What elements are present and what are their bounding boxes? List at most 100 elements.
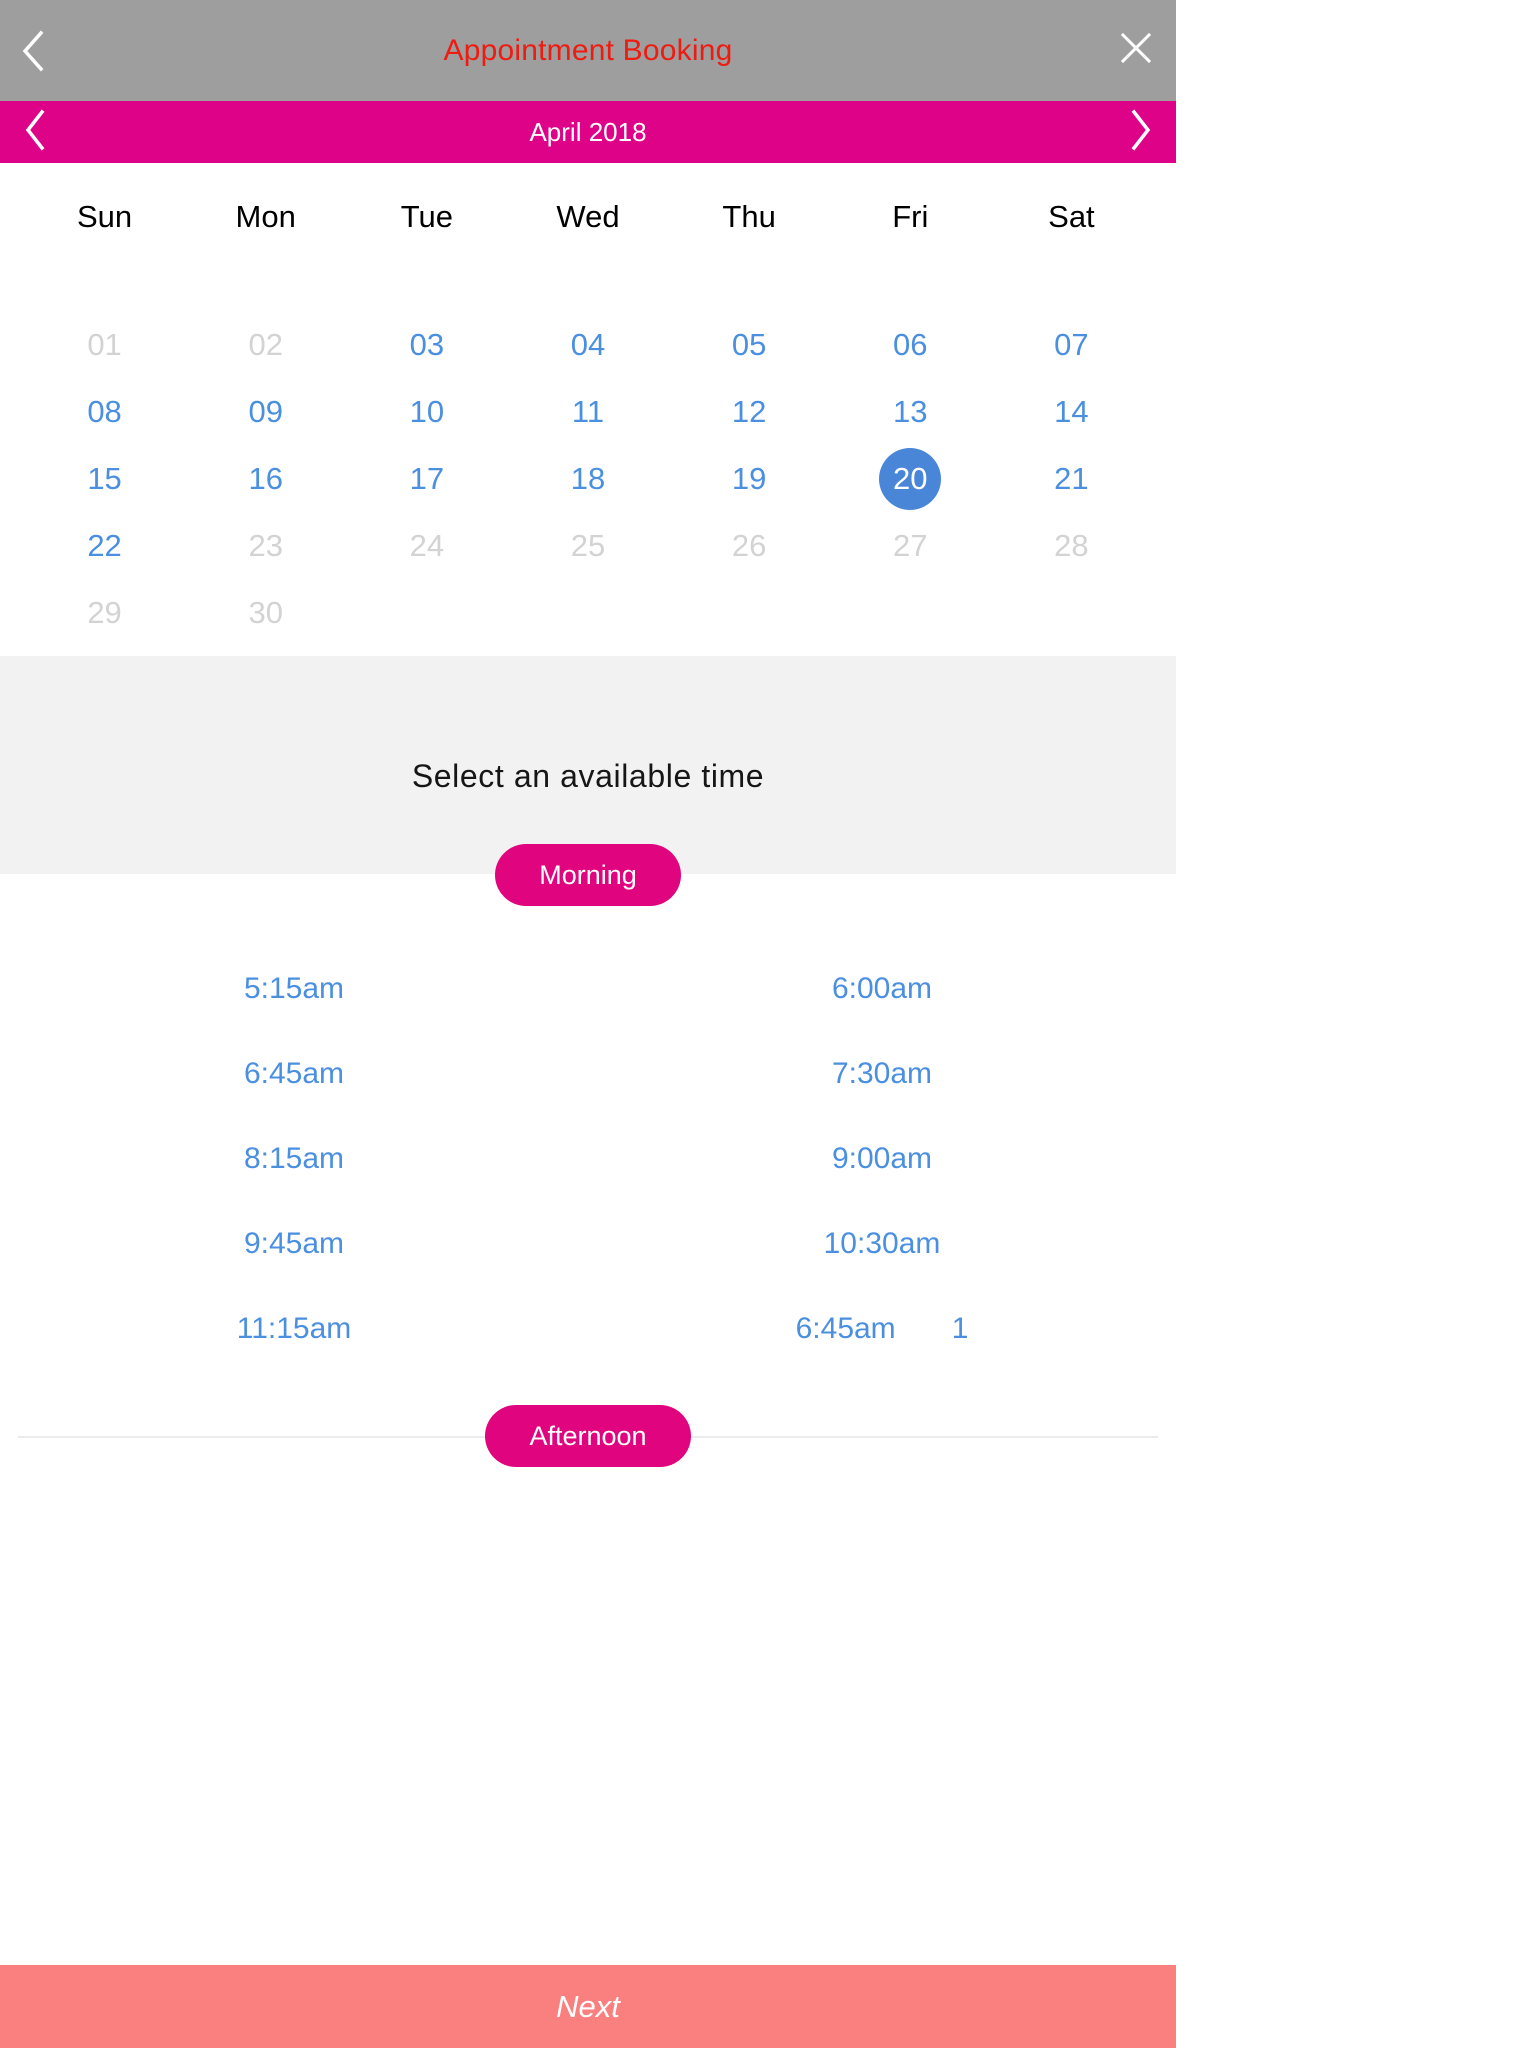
calendar-day-number[interactable]: 19 bbox=[718, 448, 780, 510]
page-title: Appointment Booking bbox=[443, 33, 733, 67]
morning-button[interactable]: Morning bbox=[495, 844, 681, 906]
calendar-day-grid: 01 02 03 04 05 06 07 08 09 10 11 12 13 14 15 16 17 18 19 20… bbox=[0, 311, 1176, 646]
calendar-day-number[interactable]: 03 bbox=[396, 314, 458, 376]
time-slot[interactable]: 7:30am bbox=[588, 1057, 1176, 1091]
calendar-day-number: 23 bbox=[248, 527, 283, 563]
calendar-day-cell[interactable]: 19 bbox=[669, 445, 830, 512]
afternoon-divider: Afternoon bbox=[0, 1401, 1176, 1471]
calendar: Sun Mon Tue Wed Thu Fri Sat 01 02 03 04 05 06 07 08 09… bbox=[0, 163, 1176, 656]
calendar-day-number: 27 bbox=[893, 527, 928, 563]
calendar-day-number[interactable]: 15 bbox=[74, 448, 136, 510]
calendar-day-cell: 25 bbox=[507, 512, 668, 579]
calendar-day-cell bbox=[991, 579, 1152, 646]
time-slot[interactable]: 6:00am bbox=[588, 972, 1176, 1006]
time-slot[interactable]: 9:00am bbox=[588, 1142, 1176, 1176]
calendar-day-cell[interactable]: 13 bbox=[830, 378, 991, 445]
time-slot-extra[interactable]: 1 bbox=[952, 1312, 969, 1346]
calendar-day-number[interactable]: 21 bbox=[1040, 448, 1102, 510]
calendar-day-number: 02 bbox=[248, 326, 283, 362]
calendar-day-number[interactable]: 18 bbox=[557, 448, 619, 510]
calendar-day-cell: 24 bbox=[346, 512, 507, 579]
calendar-day-cell: 28 bbox=[991, 512, 1152, 579]
calendar-day-number[interactable]: 11 bbox=[557, 381, 619, 443]
calendar-day-number[interactable]: 06 bbox=[879, 314, 941, 376]
calendar-day-cell[interactable]: 06 bbox=[830, 311, 991, 378]
calendar-day-number: 01 bbox=[87, 326, 122, 362]
weekday-label-thu: Thu bbox=[722, 199, 776, 234]
time-slot-row: 5:15am 6:00am bbox=[0, 946, 1176, 1031]
weekday-header-row: Sun Mon Tue Wed Thu Fri Sat bbox=[0, 185, 1176, 249]
calendar-day-cell bbox=[346, 579, 507, 646]
calendar-day-cell bbox=[507, 579, 668, 646]
next-month-button[interactable] bbox=[1114, 105, 1168, 159]
calendar-day-number[interactable]: 13 bbox=[879, 381, 941, 443]
weekday-label-sun: Sun bbox=[76, 199, 133, 234]
close-button[interactable] bbox=[1114, 29, 1158, 73]
time-slot[interactable]: 11:15am bbox=[0, 1312, 588, 1346]
calendar-day-number[interactable]: 10 bbox=[396, 381, 458, 443]
calendar-day-cell[interactable]: 03 bbox=[346, 311, 507, 378]
calendar-day-number[interactable]: 17 bbox=[396, 448, 458, 510]
time-slot[interactable]: 10:30am bbox=[588, 1227, 1176, 1261]
calendar-day-cell[interactable]: 04 bbox=[507, 311, 668, 378]
next-button[interactable]: Next bbox=[0, 1965, 1176, 2048]
calendar-day-cell[interactable]: 17 bbox=[346, 445, 507, 512]
calendar-day-number[interactable]: 07 bbox=[1040, 314, 1102, 376]
morning-toggle-wrap: Morning bbox=[0, 844, 1176, 906]
calendar-day-number[interactable]: 14 bbox=[1040, 381, 1102, 443]
calendar-day-cell[interactable]: 14 bbox=[991, 378, 1152, 445]
weekday-label-sat: Sat bbox=[1048, 199, 1095, 234]
calendar-day-number[interactable]: 12 bbox=[718, 381, 780, 443]
time-section-header: Select an available time Morning bbox=[0, 656, 1176, 906]
time-slot-row: 6:45am 7:30am bbox=[0, 1031, 1176, 1116]
chevron-left-icon bbox=[22, 108, 48, 157]
chevron-right-icon bbox=[1128, 108, 1154, 157]
calendar-day-number bbox=[879, 582, 941, 644]
calendar-day-cell[interactable]: 15 bbox=[24, 445, 185, 512]
weekday-label-tue: Tue bbox=[400, 199, 453, 234]
calendar-day-number[interactable]: 22 bbox=[74, 515, 136, 577]
calendar-day-cell[interactable]: 11 bbox=[507, 378, 668, 445]
calendar-day-number: 28 bbox=[1054, 527, 1089, 563]
calendar-day-cell[interactable]: 21 bbox=[991, 445, 1152, 512]
time-selection-section: Select an available time Morning 5:15am 6… bbox=[0, 656, 1176, 1965]
close-icon bbox=[1119, 31, 1153, 70]
calendar-day-cell: 01 bbox=[24, 311, 185, 378]
calendar-day-cell: 29 bbox=[24, 579, 185, 646]
calendar-day-number[interactable]: 04 bbox=[557, 314, 619, 376]
calendar-day-number[interactable]: 16 bbox=[235, 448, 297, 510]
time-section-heading: Select an available time bbox=[411, 758, 765, 794]
calendar-day-cell[interactable]: 22 bbox=[24, 512, 185, 579]
previous-month-button[interactable] bbox=[8, 105, 62, 159]
time-slot[interactable]: 5:15am bbox=[0, 972, 588, 1006]
time-slot[interactable]: 6:45am bbox=[796, 1312, 896, 1346]
calendar-day-cell[interactable]: 07 bbox=[991, 311, 1152, 378]
time-slot-row: 11:15am 6:45am 1 bbox=[0, 1286, 1176, 1371]
titlebar: Appointment Booking bbox=[0, 0, 1176, 101]
calendar-day-number bbox=[718, 582, 780, 644]
calendar-day-cell[interactable]: 20 bbox=[830, 445, 991, 512]
calendar-day-cell[interactable]: 18 bbox=[507, 445, 668, 512]
calendar-day-cell bbox=[830, 579, 991, 646]
back-button[interactable] bbox=[10, 28, 56, 74]
time-slot[interactable]: 9:45am bbox=[0, 1227, 588, 1261]
calendar-day-cell: 23 bbox=[185, 512, 346, 579]
calendar-day-cell[interactable]: 05 bbox=[669, 311, 830, 378]
calendar-day-cell: 02 bbox=[185, 311, 346, 378]
calendar-day-number[interactable]: 09 bbox=[235, 381, 297, 443]
time-slot[interactable]: 8:15am bbox=[0, 1142, 588, 1176]
afternoon-button[interactable]: Afternoon bbox=[485, 1405, 691, 1467]
calendar-day-number[interactable]: 08 bbox=[74, 381, 136, 443]
weekday-label-mon: Mon bbox=[235, 199, 296, 234]
calendar-day-number: 24 bbox=[409, 527, 445, 563]
calendar-day-selected[interactable]: 20 bbox=[879, 447, 942, 510]
calendar-day-number[interactable]: 05 bbox=[718, 314, 780, 376]
time-slot[interactable]: 6:45am bbox=[0, 1057, 588, 1091]
calendar-day-cell[interactable]: 08 bbox=[24, 378, 185, 445]
calendar-day-cell[interactable]: 12 bbox=[669, 378, 830, 445]
month-label: April 2018 bbox=[529, 116, 647, 147]
calendar-day-cell[interactable]: 10 bbox=[346, 378, 507, 445]
weekday-label-wed: Wed bbox=[556, 199, 620, 234]
calendar-day-cell[interactable]: 16 bbox=[185, 445, 346, 512]
calendar-day-cell[interactable]: 09 bbox=[185, 378, 346, 445]
